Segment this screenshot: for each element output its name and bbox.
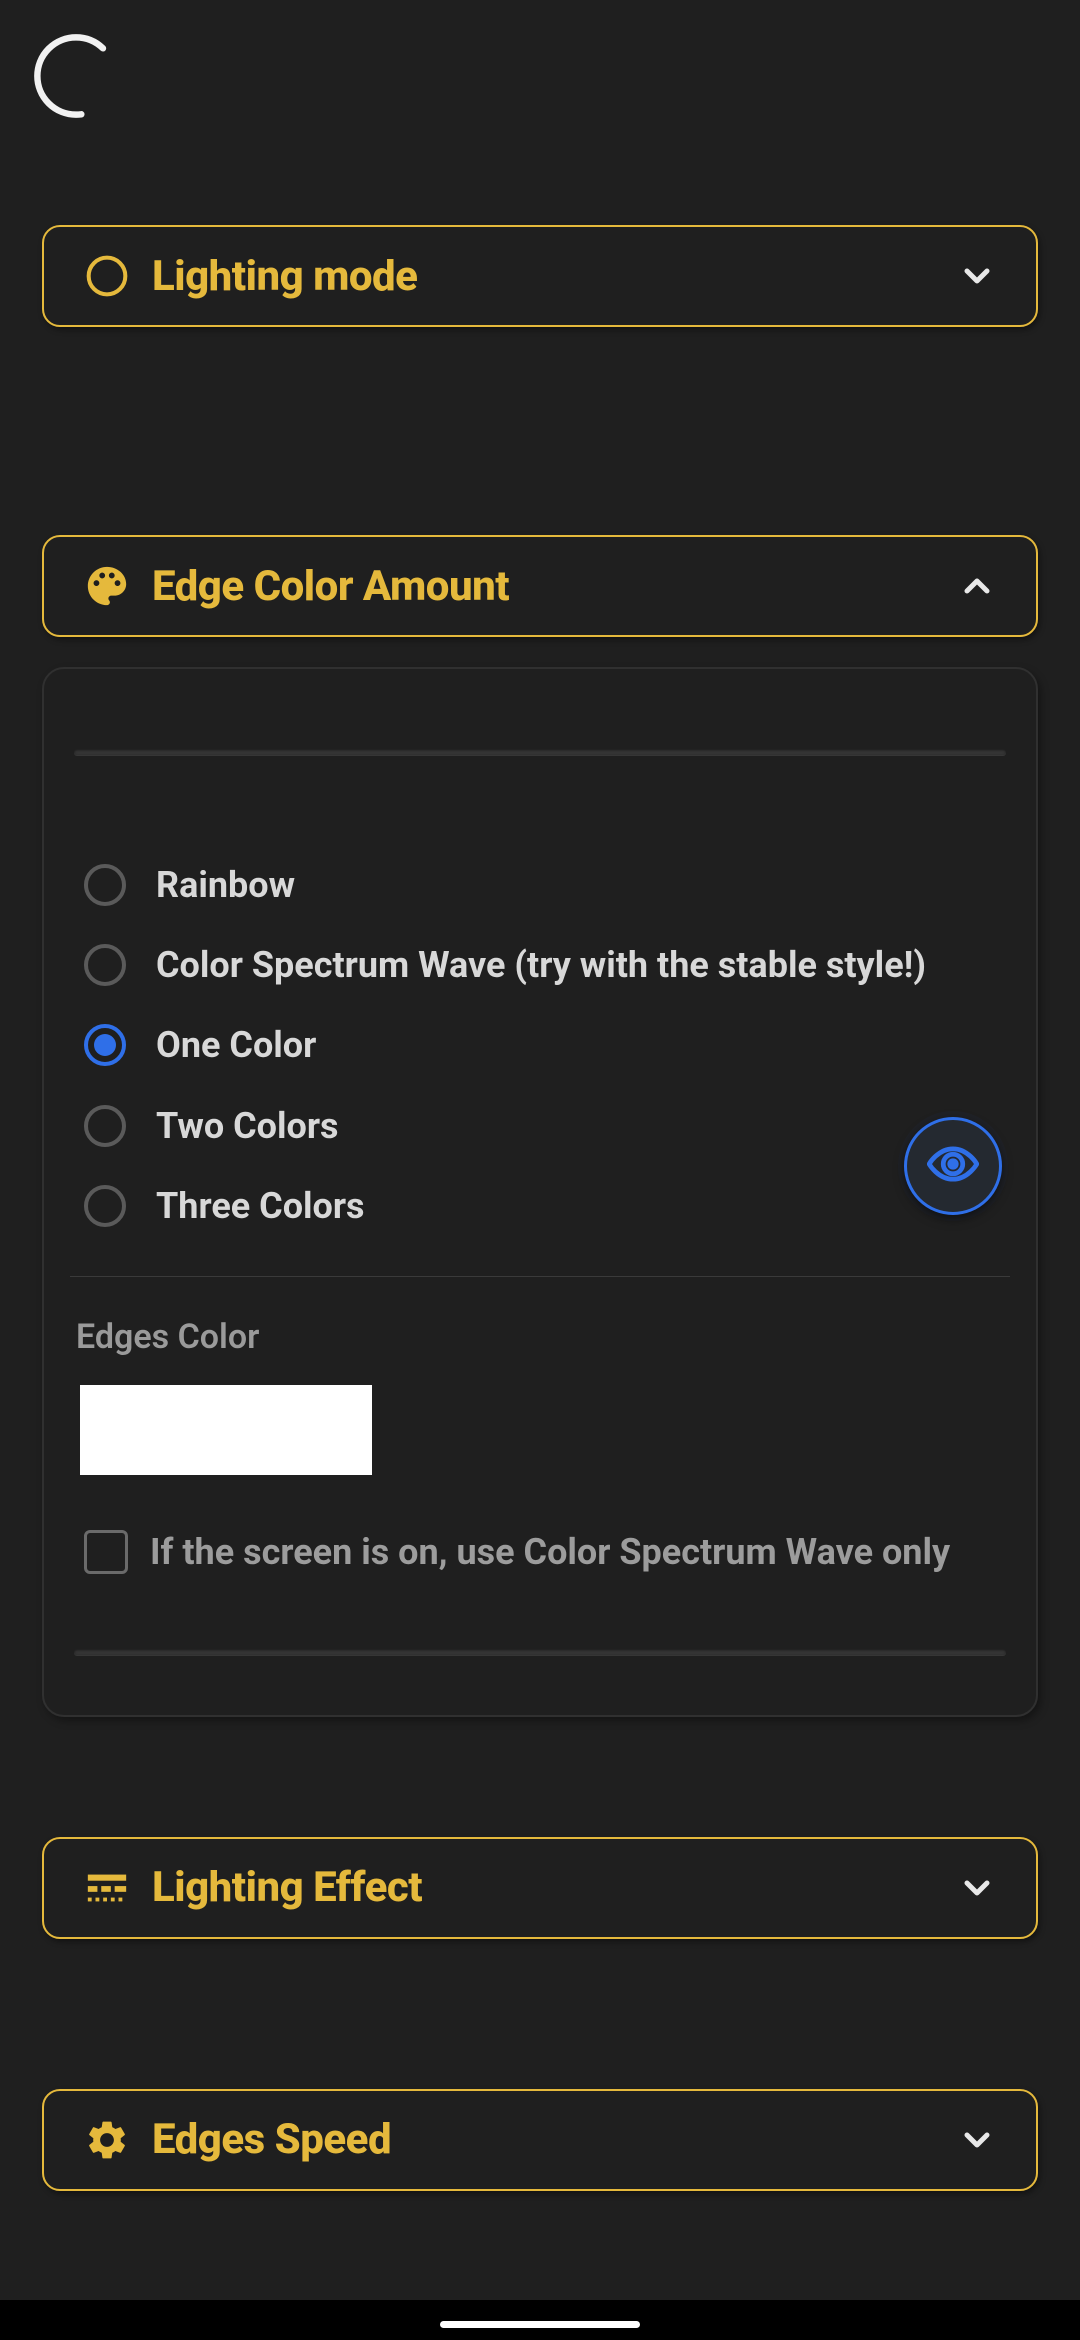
radio-button[interactable]: [84, 1105, 126, 1147]
panel-divider: [74, 749, 1006, 755]
radio-option-two-colors[interactable]: Two Colors: [84, 1086, 996, 1166]
section-lighting-effect[interactable]: Lighting Effect: [42, 1837, 1038, 1939]
radio-label: Two Colors: [156, 1100, 339, 1152]
checkbox[interactable]: [84, 1530, 128, 1574]
section-edge-color-amount[interactable]: Edge Color Amount: [42, 535, 1038, 637]
gear-icon: [82, 2115, 132, 2165]
edge-color-panel: Rainbow Color Spectrum Wave (try with th…: [42, 667, 1038, 1717]
loading-spinner: [30, 30, 122, 122]
section-title: Edges Speed: [152, 2115, 936, 2164]
moon-icon: [82, 251, 132, 301]
chevron-down-icon: [956, 1867, 998, 1909]
section-edges-speed[interactable]: Edges Speed: [42, 2089, 1038, 2191]
bars-icon: [82, 1863, 132, 1913]
edges-color-swatch[interactable]: [80, 1385, 372, 1475]
radio-option-three-colors[interactable]: Three Colors: [84, 1166, 996, 1246]
nav-handle[interactable]: [440, 2321, 640, 2328]
radio-option-rainbow[interactable]: Rainbow: [84, 845, 996, 925]
radio-label: Color Spectrum Wave (try with the stable…: [156, 939, 926, 991]
section-title: Edge Color Amount: [152, 562, 936, 611]
palette-icon: [82, 561, 132, 611]
radio-option-one-color[interactable]: One Color: [84, 1005, 996, 1085]
radio-button[interactable]: [84, 1185, 126, 1227]
radio-button[interactable]: [84, 1024, 126, 1066]
panel-divider: [74, 1649, 1006, 1655]
radio-option-color-spectrum-wave[interactable]: Color Spectrum Wave (try with the stable…: [84, 925, 996, 1005]
chevron-down-icon: [956, 2119, 998, 2161]
chevron-up-icon: [956, 565, 998, 607]
radio-button[interactable]: [84, 944, 126, 986]
checkbox-label: If the screen is on, use Color Spectrum …: [150, 1525, 950, 1579]
radio-button[interactable]: [84, 864, 126, 906]
chevron-down-icon: [956, 255, 998, 297]
edge-color-radio-group: Rainbow Color Spectrum Wave (try with th…: [70, 845, 1010, 1246]
screen-on-checkbox-row[interactable]: If the screen is on, use Color Spectrum …: [70, 1525, 1010, 1579]
divider: [70, 1276, 1010, 1277]
section-lighting-mode[interactable]: Lighting mode: [42, 225, 1038, 327]
section-title: Lighting mode: [152, 252, 936, 301]
radio-label: Three Colors: [156, 1180, 365, 1232]
radio-label: One Color: [156, 1019, 316, 1071]
section-title: Lighting Effect: [152, 1863, 936, 1912]
radio-label: Rainbow: [156, 859, 295, 911]
system-nav-bar: [0, 2300, 1080, 2340]
edges-color-label: Edges Color: [70, 1317, 1010, 1357]
preview-fab[interactable]: [904, 1117, 1002, 1215]
eye-icon: [927, 1138, 979, 1194]
